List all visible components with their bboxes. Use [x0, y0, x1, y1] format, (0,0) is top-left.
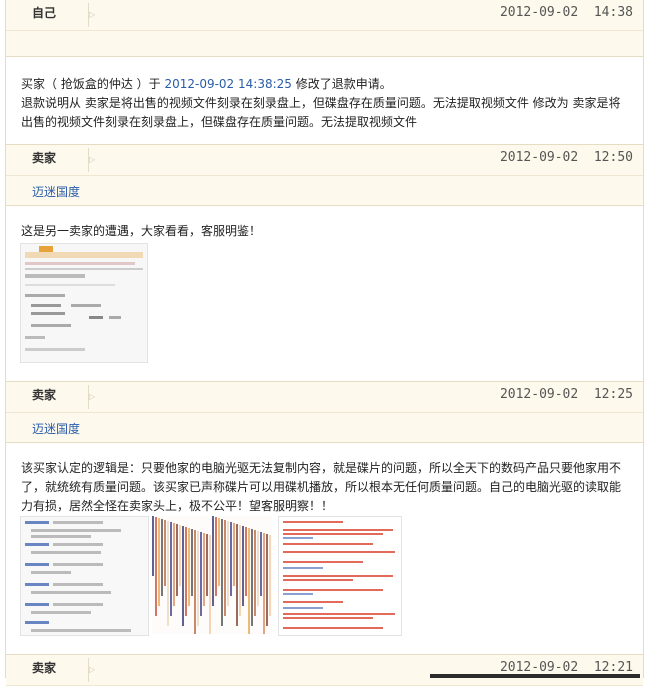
divider [6, 205, 643, 206]
post-header: 自己 ▷ 2012-09-02 14:38 [6, 0, 643, 31]
log-suffix: 修改了退款申请。 [291, 77, 392, 91]
post-message: 这是另一卖家的遭遇，大家看看，客服明鉴！ [21, 224, 262, 238]
post-subbar: 迈迷国度 [6, 176, 643, 205]
post-subbar: 迈迷国度 [6, 413, 643, 442]
screenshot-thumbnail[interactable] [20, 243, 148, 363]
thumbnail-image [21, 517, 148, 635]
refund-history-panel: 自己 ▷ 2012-09-02 14:38 买家（ 抢饭盒的仲达 ）于 2012… [5, 0, 644, 686]
triangle-icon: ▷ [89, 10, 96, 19]
screenshot-thumbnail[interactable] [152, 516, 272, 634]
refund-log: 买家（ 抢饭盒的仲达 ）于 2012-09-02 14:38:25 修改了退款申… [21, 75, 631, 132]
post-header: 卖家 ▷ 2012-09-02 12:50 [6, 144, 643, 176]
triangle-icon: ▷ [89, 155, 96, 164]
scrollbar[interactable] [430, 674, 640, 678]
log-prefix: 买家（ 抢饭盒的仲达 ）于 [21, 77, 165, 91]
thumbnail-image [152, 516, 272, 634]
shop-link[interactable]: 迈迷国度 [32, 420, 80, 437]
triangle-icon: ▷ [89, 665, 96, 674]
log-line: 买家（ 抢饭盒的仲达 ）于 2012-09-02 14:38:25 修改了退款申… [21, 75, 631, 94]
divider [6, 442, 643, 443]
post-time: 2012-09-02 12:21 [499, 660, 633, 675]
post-subbar [6, 31, 643, 56]
poster-name: 卖家 [32, 661, 57, 675]
thumbnail-image [279, 517, 401, 635]
shop-link[interactable]: 迈迷国度 [32, 183, 80, 200]
log-detail: 退款说明从 卖家是将出售的视频文件刻录在刻录盘上，但碟盘存在质量问题。无法提取视… [21, 96, 621, 129]
post-message: 该买家认定的逻辑是：只要他家的电脑光驱无法复制内容，就是碟片的问题，所以全天下的… [21, 461, 622, 513]
divider [6, 56, 643, 57]
post-time: 2012-09-02 12:50 [499, 150, 633, 165]
post-time: 2012-09-02 14:38 [499, 5, 633, 20]
thumbnail-image [21, 244, 147, 362]
log-time: 2012-09-02 14:38:25 [164, 77, 292, 91]
poster-name: 自己 [32, 6, 57, 20]
triangle-icon: ▷ [89, 392, 96, 401]
screenshot-thumbnail[interactable] [278, 516, 402, 636]
post-time: 2012-09-02 12:25 [499, 387, 633, 402]
screenshot-thumbnail[interactable] [20, 516, 149, 636]
poster-name: 卖家 [32, 388, 57, 402]
poster-name: 卖家 [32, 151, 57, 165]
post-header: 卖家 ▷ 2012-09-02 12:25 [6, 381, 643, 413]
post-header: 卖家 ▷ 2012-09-02 12:21 [6, 654, 643, 686]
